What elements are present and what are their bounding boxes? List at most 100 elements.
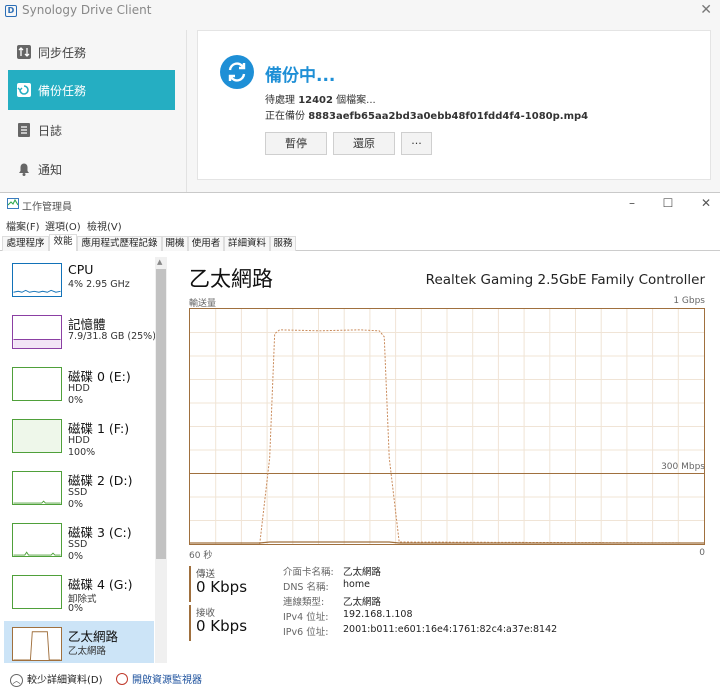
backup-progress-icon xyxy=(220,55,254,89)
list-item-sub: HDD xyxy=(68,383,90,394)
resource-list: CPU 4% 2.95 GHz 記憶體 7.9/31.8 GB (25%) 磁碟… xyxy=(0,252,170,663)
bell-icon xyxy=(19,163,29,176)
tab-details[interactable]: 詳細資料 xyxy=(224,236,270,251)
sidebar-item-label: 備份任務 xyxy=(38,84,87,98)
disk-3-thumbnail-graph xyxy=(12,523,62,557)
open-resource-monitor-link[interactable]: 開啟資源監視器 xyxy=(116,671,202,686)
list-item-cpu[interactable]: CPU 4% 2.95 GHz xyxy=(4,257,154,309)
tab-performance[interactable]: 效能 xyxy=(49,234,77,251)
list-item-sub: SSD xyxy=(68,539,88,550)
list-item-disk-3[interactable]: 磁碟 3 (C:) SSD 0% xyxy=(4,517,154,569)
minimize-icon[interactable]: – xyxy=(625,196,639,210)
sidebar-item-label: 日誌 xyxy=(38,124,63,138)
mid-scale-label: 300 Mbps xyxy=(661,462,705,472)
list-item-sub: SSD xyxy=(68,487,88,498)
tab-app-history[interactable]: 應用程式歷程記錄 xyxy=(77,236,162,251)
pause-button[interactable]: 暫停 xyxy=(265,132,327,155)
synology-drive-window: D Synology Drive Client ✕ 同步任務 備份任務 日誌 通… xyxy=(0,0,720,192)
menu-options[interactable]: 選項(O) xyxy=(45,218,81,233)
property-value: 192.168.1.108 xyxy=(343,609,413,620)
property-value: 2001:b011:e601:16e4:1761:82c4:a37e:8142 xyxy=(343,624,558,635)
resource-list-scrollbar[interactable]: ▲ xyxy=(155,257,167,663)
tab-services[interactable]: 服務 xyxy=(270,236,296,251)
send-value: 0 Kbps xyxy=(196,578,248,596)
maximize-icon[interactable]: ☐ xyxy=(661,196,675,210)
resource-monitor-label: 開啟資源監視器 xyxy=(132,675,202,686)
fewer-details-label: 較少詳細資料(D) xyxy=(27,675,103,686)
more-button[interactable]: ··· xyxy=(401,132,432,155)
list-item-sub: HDD xyxy=(68,435,90,446)
pending-files-text: 待處理 12402 個檔案... xyxy=(265,91,376,106)
sync-arrows-icon xyxy=(17,45,31,59)
time-now-label: 0 xyxy=(699,548,705,558)
list-item-sub: 7.9/31.8 GB (25%) xyxy=(68,331,156,342)
close-icon[interactable]: ✕ xyxy=(700,2,712,18)
task-manager-title: 工作管理員 xyxy=(22,202,72,213)
property-value: 乙太網路 xyxy=(343,597,382,608)
max-scale-label: 1 Gbps xyxy=(673,296,705,306)
sidebar-item-logs[interactable]: 日誌 xyxy=(8,110,175,150)
log-icon xyxy=(18,123,30,137)
receive-value: 0 Kbps xyxy=(196,617,248,635)
task-manager-footer: ︿ 較少詳細資料(D) 開啟資源監視器 xyxy=(0,663,720,693)
task-manager-window: 工作管理員 – ☐ ✕ 檔案(F) 選項(O) 檢視(V) 處理程序 效能 應用… xyxy=(0,192,720,692)
time-window-label: 60 秒 xyxy=(189,551,213,561)
ethernet-thumbnail-graph xyxy=(12,627,62,661)
scroll-up-icon[interactable]: ▲ xyxy=(157,258,162,266)
list-item-sub2: 100% xyxy=(68,447,96,458)
menu-file[interactable]: 檔案(F) xyxy=(6,218,40,233)
menu-view[interactable]: 檢視(V) xyxy=(87,218,122,233)
list-item-sub2: 0% xyxy=(68,551,84,562)
scrollbar-thumb[interactable] xyxy=(156,269,166,559)
sidebar-item-label: 通知 xyxy=(38,163,63,177)
sidebar-item-label: 同步任務 xyxy=(38,46,87,60)
list-item-disk-1[interactable]: 磁碟 1 (F:) HDD 100% xyxy=(4,413,154,465)
throughput-graph xyxy=(189,308,705,545)
property-key: IPv6 位址: xyxy=(283,627,329,638)
property-key: 連線類型: xyxy=(283,597,325,608)
property-value: home xyxy=(343,579,370,590)
list-item-sub2: 0% xyxy=(68,395,84,406)
sidebar-item-sync-tasks[interactable]: 同步任務 xyxy=(8,32,175,72)
list-item-disk-4[interactable]: 磁碟 4 (G:) 卸除式 0% xyxy=(4,569,154,621)
list-item-disk-2[interactable]: 磁碟 2 (D:) SSD 0% xyxy=(4,465,154,517)
property-key: DNS 名稱: xyxy=(283,582,329,593)
list-item-sub: 乙太網路 xyxy=(68,646,107,657)
restore-button[interactable]: 還原 xyxy=(333,132,395,155)
property-row: 介面卡名稱: 乙太網路 xyxy=(283,564,583,578)
list-item-disk-0[interactable]: 磁碟 0 (E:) HDD 0% xyxy=(4,361,154,413)
close-icon[interactable]: ✕ xyxy=(699,196,713,210)
sidebar-item-notifications[interactable]: 通知 xyxy=(8,149,175,189)
list-item-name: CPU xyxy=(68,262,94,277)
current-file-text: 正在備份 8883aefb65aa2bd3a0ebb48f01fdd4f4-10… xyxy=(265,107,588,122)
sidebar-item-backup-tasks[interactable]: 備份任務 xyxy=(8,70,175,110)
task-manager-icon xyxy=(7,198,19,209)
receive-stat: 接收 0 Kbps xyxy=(189,605,259,641)
task-manager-titlebar: 工作管理員 – ☐ ✕ xyxy=(0,193,720,215)
disk-2-thumbnail-graph xyxy=(12,471,62,505)
backup-status-text: 備份中... xyxy=(265,66,336,86)
tab-bar: 處理程序 效能 應用程式歷程記錄 開機 使用者 詳細資料 服務 xyxy=(0,234,720,251)
property-row: IPv6 位址: 2001:b011:e601:16e4:1761:82c4:a… xyxy=(283,624,583,638)
adapter-name: Realtek Gaming 2.5GbE Family Controller xyxy=(425,272,705,288)
menu-bar: 檔案(F) 選項(O) 檢視(V) xyxy=(0,215,720,233)
list-item-sub: 4% 2.95 GHz xyxy=(68,279,130,290)
pending-suffix: 個檔案... xyxy=(336,95,376,106)
pending-prefix: 待處理 xyxy=(265,95,295,106)
tab-processes[interactable]: 處理程序 xyxy=(2,236,49,251)
tab-users[interactable]: 使用者 xyxy=(188,236,224,251)
fewer-details-link[interactable]: ︿ 較少詳細資料(D) xyxy=(10,671,103,687)
resource-monitor-icon xyxy=(116,673,128,685)
disk-4-thumbnail-graph xyxy=(12,575,62,609)
tab-startup[interactable]: 開機 xyxy=(162,236,188,251)
chevron-up-icon: ︿ xyxy=(10,674,23,687)
list-item-memory[interactable]: 記憶體 7.9/31.8 GB (25%) xyxy=(4,309,156,361)
cpu-thumbnail-graph xyxy=(12,263,62,297)
synology-logo-icon: D xyxy=(5,5,17,17)
list-item-ethernet[interactable]: 乙太網路 乙太網路 xyxy=(4,621,154,663)
property-row: 連線類型: 乙太網路 xyxy=(283,594,583,608)
property-row: DNS 名稱: home xyxy=(283,579,583,593)
property-key: IPv4 位址: xyxy=(283,612,329,623)
pending-count: 12402 xyxy=(298,95,333,106)
synology-titlebar: D Synology Drive Client ✕ xyxy=(0,0,720,24)
